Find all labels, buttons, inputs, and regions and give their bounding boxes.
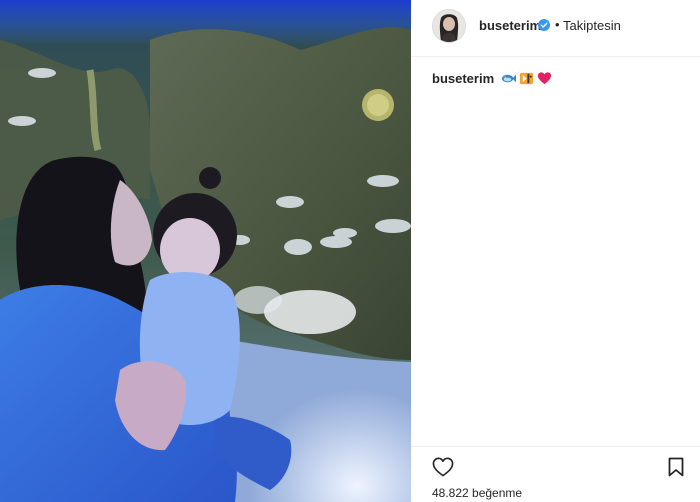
post-side-panel: buseterim • Takiptesin buseterim 48.822 … [411, 0, 700, 502]
fish-emoji-icon [501, 74, 516, 83]
separator-dot: • [555, 17, 560, 32]
bookmark-outline-icon[interactable] [668, 457, 684, 477]
red-heart-emoji-icon [537, 72, 551, 85]
post-caption: buseterim [432, 71, 682, 87]
tropical-fish-emoji-icon [519, 72, 533, 85]
verified-badge-icon [538, 19, 550, 31]
aquarium-photo-illustration [0, 0, 411, 502]
profile-picture [433, 10, 465, 42]
follow-status-button[interactable]: Takiptesin [563, 18, 621, 33]
caption-username-link[interactable]: buseterim [432, 71, 494, 86]
post-header: buseterim • Takiptesin [411, 0, 700, 57]
post-photo[interactable] [0, 0, 411, 502]
username-link[interactable]: buseterim [479, 18, 541, 33]
heart-outline-icon[interactable] [432, 457, 454, 477]
post-actions-bar [411, 446, 700, 487]
instagram-post: buseterim • Takiptesin buseterim 48.822 … [0, 0, 700, 502]
likes-count[interactable]: 48.822 beğenme [432, 486, 522, 500]
avatar[interactable] [432, 9, 466, 43]
